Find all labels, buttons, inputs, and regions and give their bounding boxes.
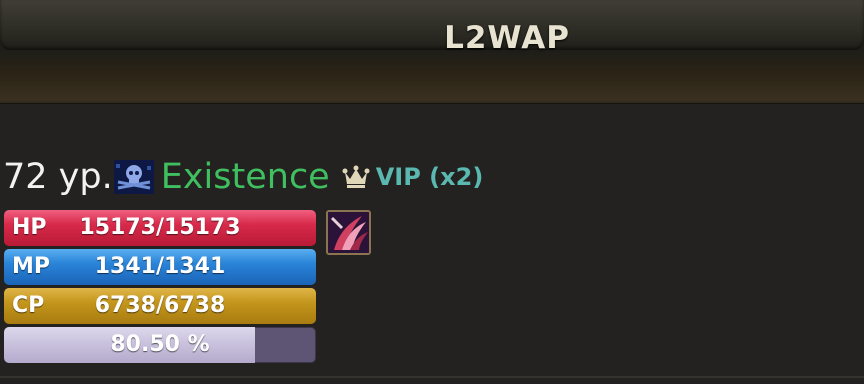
mp-bar: 1341/1341 MP <box>4 249 316 285</box>
cp-label: CP <box>12 293 45 318</box>
mp-label: MP <box>12 254 51 279</box>
hp-bar: 15173/15173 HP <box>4 210 316 246</box>
character-level: 72 ур. <box>3 157 113 197</box>
character-line: 72 ур. Existence VIP (x2) <box>3 156 483 198</box>
character-name[interactable]: Existence <box>161 157 330 197</box>
game-title: L2WAP <box>444 20 570 56</box>
hp-label: HP <box>12 215 47 240</box>
buff-claw-icon[interactable] <box>326 210 371 255</box>
cp-value: 6738/6738 <box>94 293 226 318</box>
clan-emblem-icon <box>113 160 154 194</box>
header: L2WAP <box>0 0 864 104</box>
divider <box>0 376 864 378</box>
cp-bar: 6738/6738 CP <box>4 288 316 324</box>
hp-value: 15173/15173 <box>79 215 241 240</box>
crown-icon <box>342 164 370 190</box>
exp-bar: 80.50 % <box>4 327 316 363</box>
exp-value: 80.50 % <box>110 332 210 357</box>
mp-value: 1341/1341 <box>94 254 226 279</box>
vip-status-label[interactable]: VIP (x2) <box>376 163 484 191</box>
